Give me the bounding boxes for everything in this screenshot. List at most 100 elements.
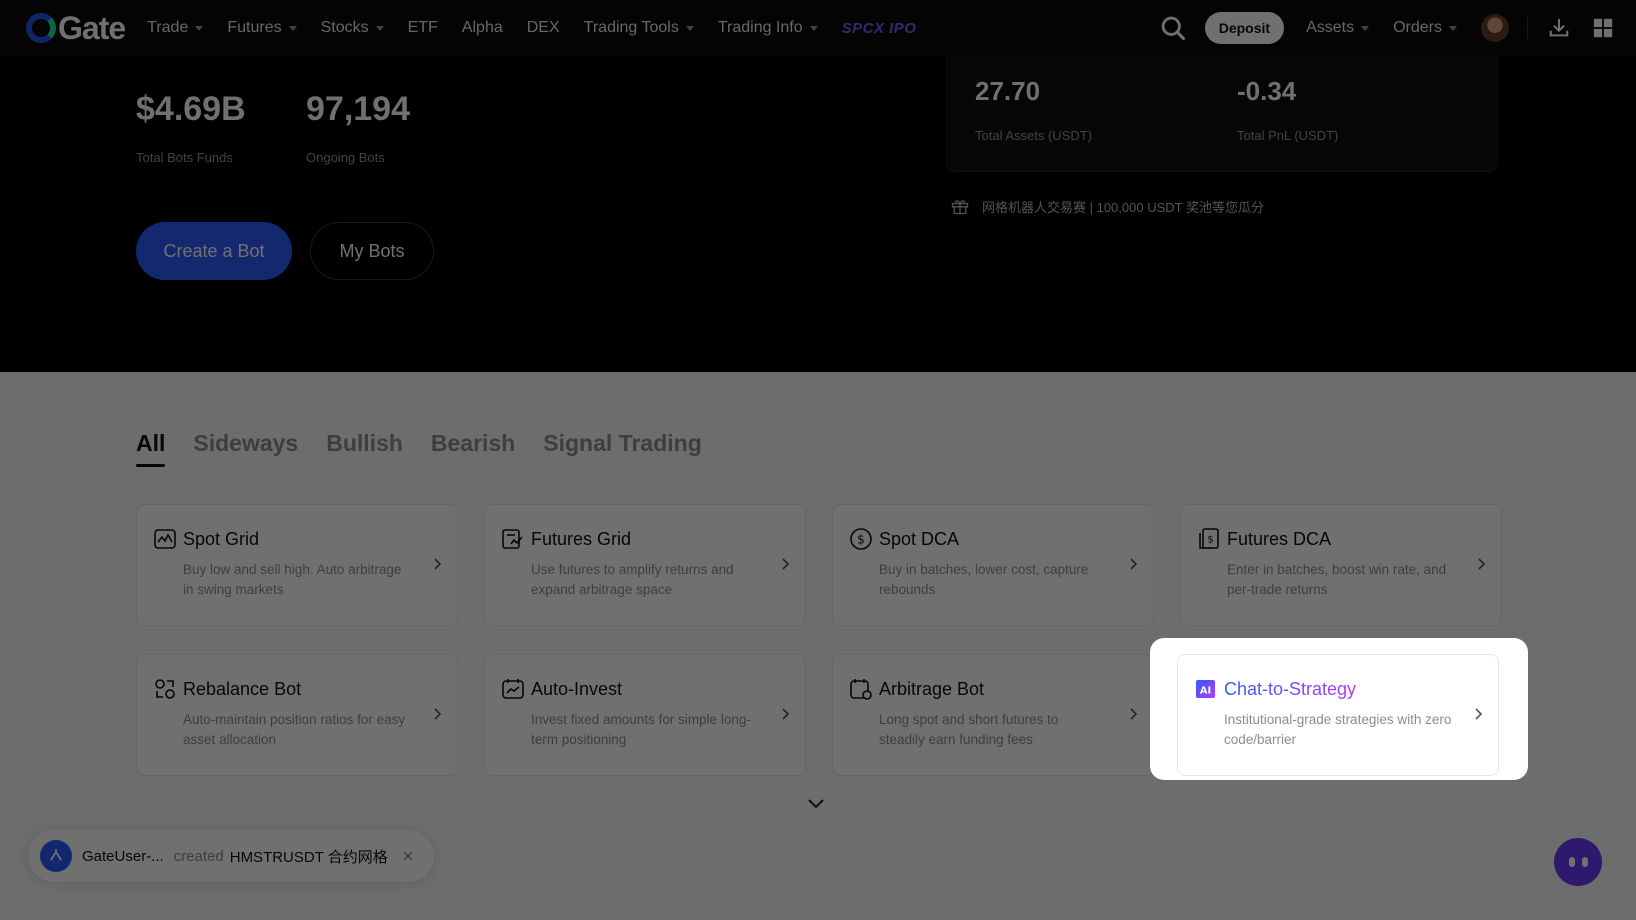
close-icon[interactable] xyxy=(402,850,414,862)
bot-card-desc: Buy low and sell high. Auto arbitrage in… xyxy=(183,562,402,597)
arbitrage-icon xyxy=(850,679,872,700)
bot-card-desc: Enter in batches, boost win rate, and pe… xyxy=(1227,562,1447,597)
assistant-eye-icon xyxy=(1581,857,1588,867)
chevron-down-icon xyxy=(1361,25,1370,31)
nav-orders-label: Orders xyxy=(1393,19,1442,36)
search-icon[interactable] xyxy=(1159,14,1187,42)
nav-alpha-label: Alpha xyxy=(461,19,503,36)
bot-card-arbitrage[interactable]: Arbitrage Bot Long spot and short future… xyxy=(832,654,1154,776)
svg-text:$: $ xyxy=(857,533,865,547)
chevron-right-icon xyxy=(1130,708,1138,720)
futures-grid-icon xyxy=(502,529,523,549)
gate-logo[interactable]: Gate xyxy=(26,9,126,47)
assistant-eye-icon xyxy=(1568,857,1575,867)
bot-card-desc: Invest fixed amounts for simple long-ter… xyxy=(531,712,751,747)
bot-card-title: Spot DCA xyxy=(879,528,960,549)
bot-icon xyxy=(50,849,62,861)
chevron-down-icon xyxy=(375,25,384,31)
spot-dca-icon: $ xyxy=(850,528,872,550)
svg-text:$: $ xyxy=(1207,535,1213,546)
bot-card-rebalance[interactable]: Rebalance Bot Auto-maintain position rat… xyxy=(136,654,458,776)
create-bot-button[interactable]: Create a Bot xyxy=(136,222,292,280)
rebalance-icon xyxy=(155,679,175,699)
svg-text:AI: AI xyxy=(1200,686,1211,697)
bot-card-auto-invest[interactable]: Auto-Invest Invest fixed amounts for sim… xyxy=(484,654,806,776)
nav-etf-label: ETF xyxy=(407,19,438,36)
nav-trading-tools-label: Trading Tools xyxy=(583,19,679,36)
nav-trade[interactable]: Trade xyxy=(147,19,204,37)
strategy-tabs: All Sideways Bullish Bearish Signal Trad… xyxy=(136,430,730,467)
futures-dca-icon: $ xyxy=(1199,528,1219,549)
toast-object: HMSTRUSDT 合约网格 xyxy=(229,848,388,866)
ai-icon: AI xyxy=(1196,680,1215,698)
nav-stocks[interactable]: Stocks xyxy=(321,19,384,37)
bot-card-title: Arbitrage Bot xyxy=(879,678,985,699)
total-pnl-value: -0.34 xyxy=(1237,76,1297,106)
nav-dex-label: DEX xyxy=(526,19,560,36)
bot-card-chat-to-strategy[interactable]: AI Chat-to-Strategy Institutional-grade … xyxy=(1177,654,1499,776)
my-bots-button[interactable]: My Bots xyxy=(310,222,434,280)
assets-summary-card: 27.70 Total Assets (USDT) -0.34 Total Pn… xyxy=(946,56,1498,172)
total-assets-value: 27.70 xyxy=(975,76,1041,106)
nav-etf[interactable]: ETF xyxy=(408,19,438,37)
bot-card-spot-grid[interactable]: Spot Grid Buy low and sell high. Auto ar… xyxy=(136,504,458,626)
bot-card-desc: Long spot and short futures to steadily … xyxy=(879,712,1059,747)
toast-username: GateUser-... xyxy=(82,847,164,865)
nav-futures-label: Futures xyxy=(227,19,282,36)
nav-assets-label: Assets xyxy=(1306,19,1355,36)
bot-card-desc: Auto-maintain position ratios for easy a… xyxy=(183,712,406,747)
auto-invest-icon xyxy=(502,679,524,699)
chevron-right-icon xyxy=(782,558,790,570)
bot-card-title: Futures Grid xyxy=(531,528,632,549)
nav-alpha[interactable]: Alpha xyxy=(462,19,503,37)
tab-sideways[interactable]: Sideways xyxy=(193,430,298,467)
bot-card-futures-grid[interactable]: Futures Grid Use futures to amplify retu… xyxy=(484,504,806,626)
bot-card-spot-dca[interactable]: $ Spot DCA Buy in batches, lower cost, ca… xyxy=(832,504,1154,626)
chevron-down-icon xyxy=(685,25,694,31)
top-nav: Gate Trade Futures Stocks ETF Alpha DEX … xyxy=(0,0,1636,56)
apps-grid-icon[interactable] xyxy=(1592,17,1614,39)
nav-futures[interactable]: Futures xyxy=(227,19,297,37)
chevron-down-icon xyxy=(195,25,204,31)
grid-competition-banner[interactable]: 网格机器人交易赛 | 100,000 USDT 奖池等您瓜分 xyxy=(950,196,1264,216)
nav-trade-label: Trade xyxy=(147,19,189,36)
tab-signal-trading[interactable]: Signal Trading xyxy=(543,430,701,467)
bot-card-title: Rebalance Bot xyxy=(183,678,302,699)
bot-card-title: Spot Grid xyxy=(183,528,260,549)
download-icon[interactable] xyxy=(1548,17,1570,39)
total-bots-funds-label: Total Bots Funds xyxy=(136,150,233,165)
ongoing-bots-label: Ongoing Bots xyxy=(306,150,385,165)
bot-card-futures-dca[interactable]: $ Futures DCA Enter in batches, boost win… xyxy=(1180,504,1502,626)
bot-card-title: Chat-to-Strategy xyxy=(1224,678,1357,699)
spot-grid-icon xyxy=(154,529,176,549)
nav-dex[interactable]: DEX xyxy=(527,19,560,37)
chevron-down-icon xyxy=(288,25,297,31)
ongoing-bots-value: 97,194 xyxy=(306,90,410,128)
tab-all[interactable]: All xyxy=(136,430,166,467)
grid-competition-text: 网格机器人交易赛 | 100,000 USDT 奖池等您瓜分 xyxy=(982,199,1264,215)
gate-logo-icon xyxy=(26,13,56,43)
logo-text: Gate xyxy=(58,9,126,46)
chat-assistant-button[interactable] xyxy=(1554,838,1602,886)
tab-bullish[interactable]: Bullish xyxy=(326,430,403,467)
avatar[interactable] xyxy=(1481,14,1509,42)
chevron-down-icon xyxy=(1449,25,1457,31)
chevron-down-icon[interactable] xyxy=(806,796,826,810)
tab-bearish[interactable]: Bearish xyxy=(431,430,515,467)
chevron-right-icon xyxy=(1478,558,1486,570)
bot-card-desc: Buy in batches, lower cost, capture rebo… xyxy=(879,562,1089,597)
nav-assets[interactable]: Assets xyxy=(1306,19,1370,37)
nav-trading-info[interactable]: Trading Info xyxy=(718,19,818,37)
chevron-right-icon xyxy=(1475,708,1483,720)
chevron-right-icon xyxy=(782,708,790,720)
deposit-button[interactable]: Deposit xyxy=(1204,12,1285,44)
bot-card-desc: Use futures to amplify returns and expan… xyxy=(531,562,734,597)
total-assets-label: Total Assets (USDT) xyxy=(975,128,1093,143)
chevron-down-icon xyxy=(809,25,818,31)
nav-spcx-ipo[interactable]: SPCX IPO xyxy=(842,20,917,37)
total-bots-funds-value: $4.69B xyxy=(136,90,246,128)
chevron-right-icon xyxy=(1130,558,1138,570)
nav-trading-tools[interactable]: Trading Tools xyxy=(584,19,694,37)
chevron-right-icon xyxy=(434,558,442,570)
nav-orders[interactable]: Orders xyxy=(1393,19,1457,37)
